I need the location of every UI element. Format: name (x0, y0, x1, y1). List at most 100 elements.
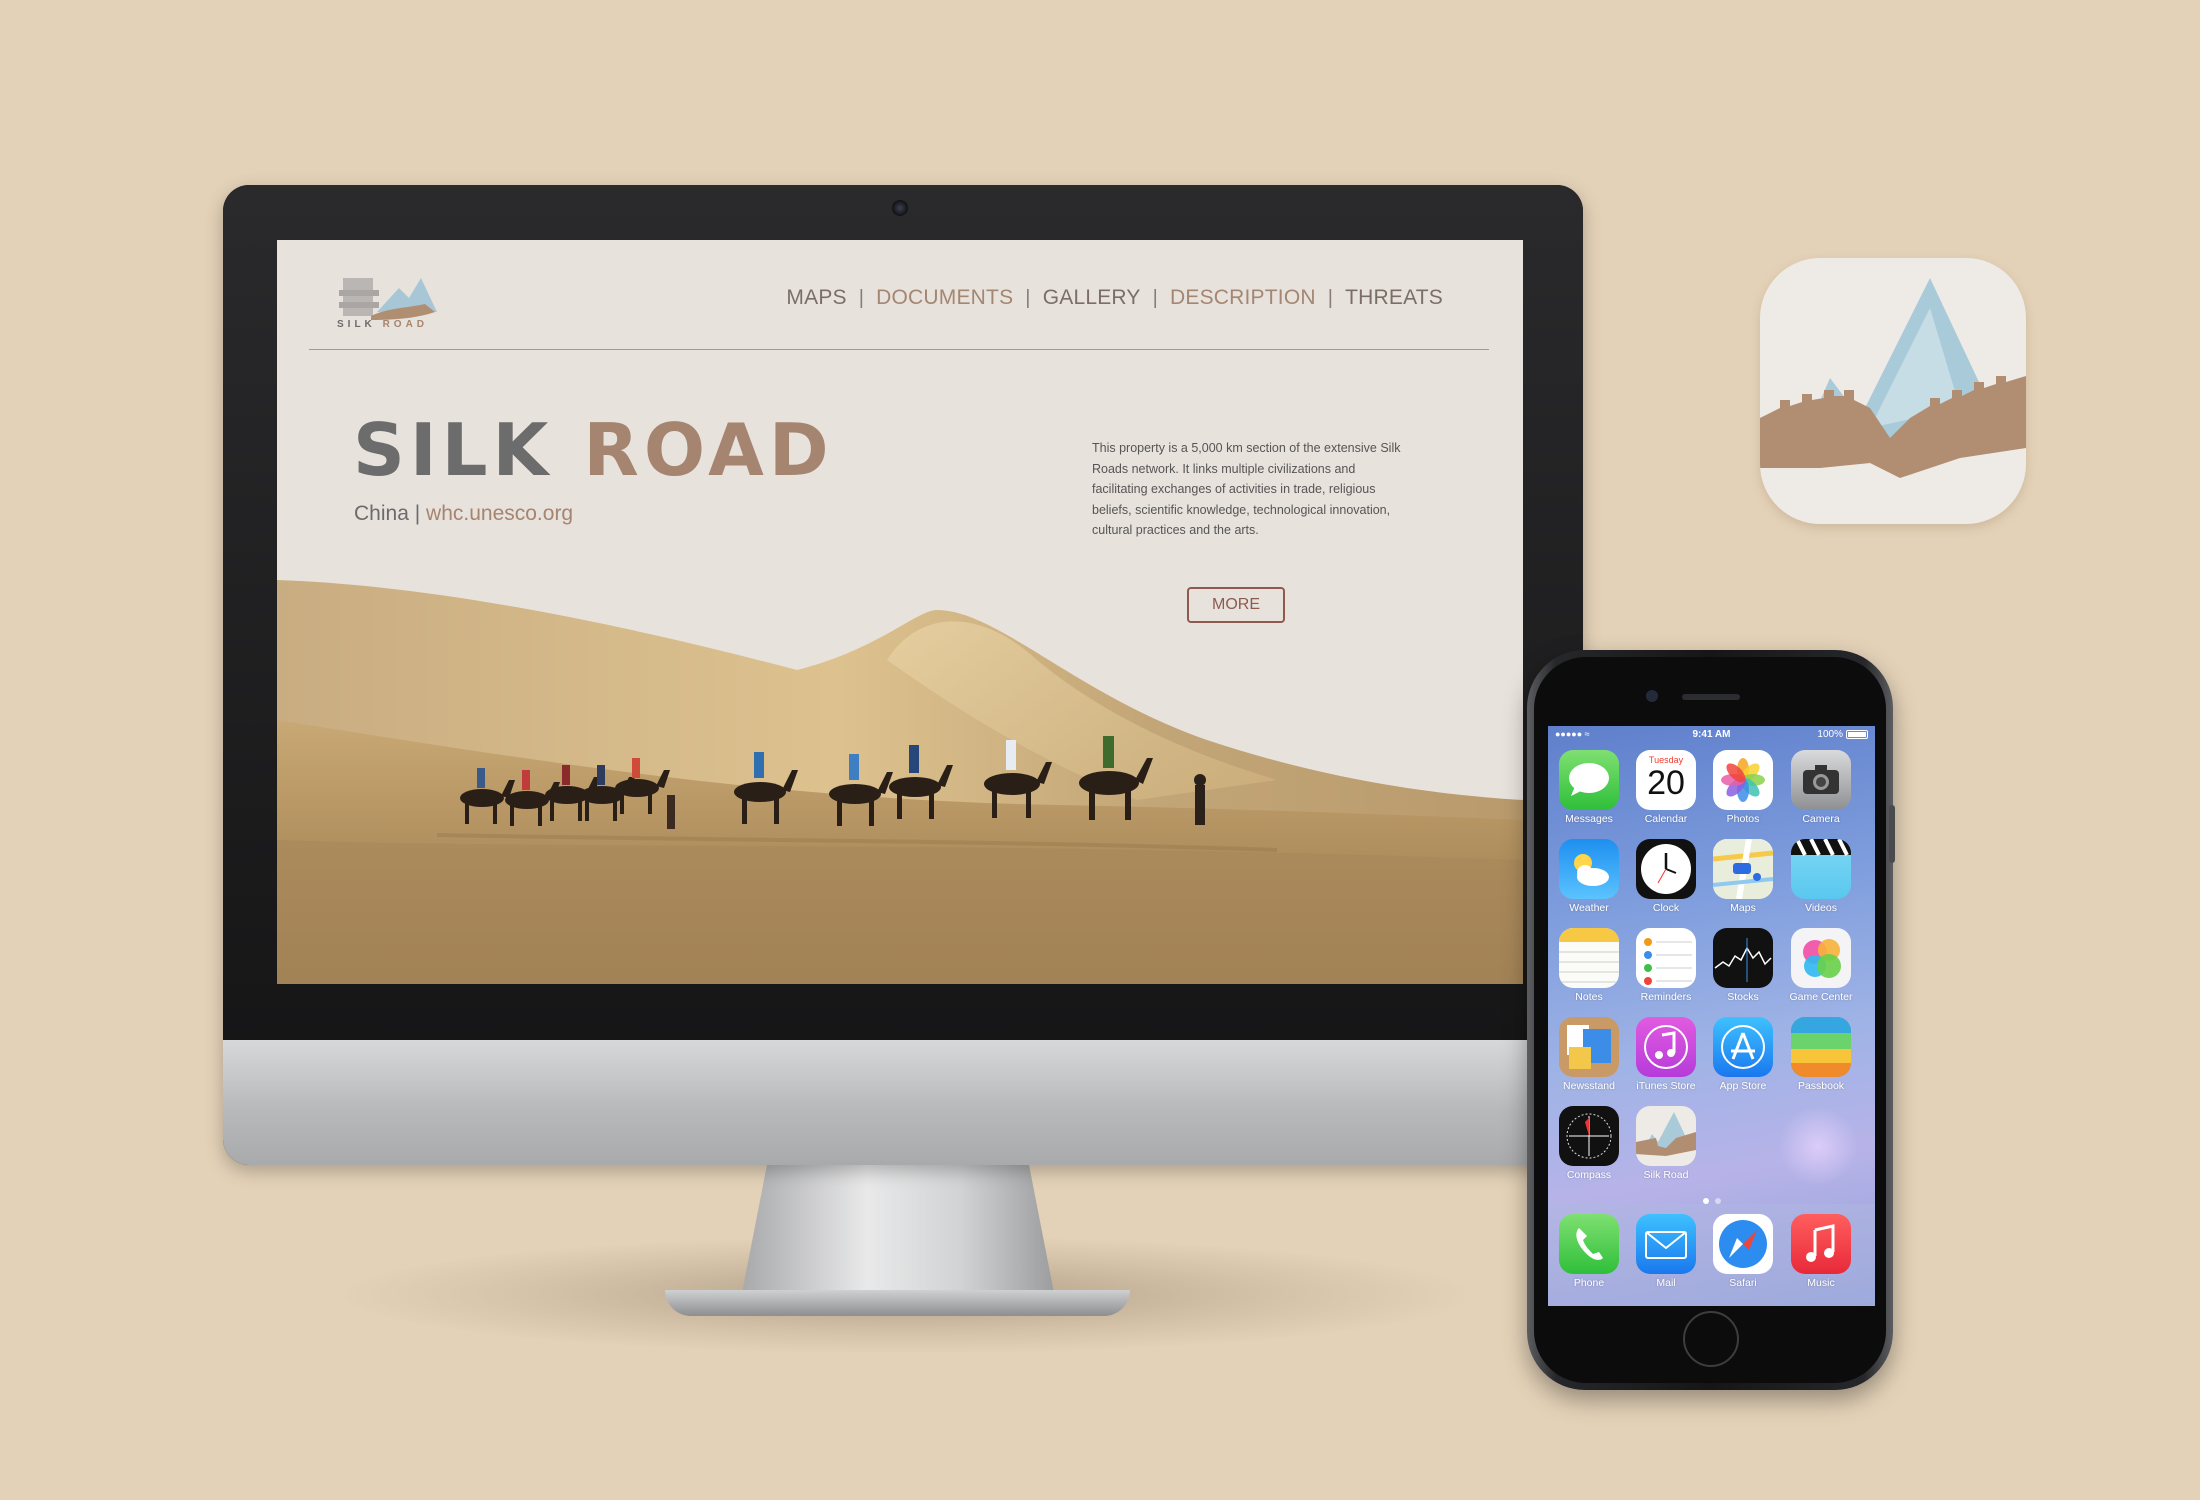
app-label: Newsstand (1563, 1080, 1615, 1092)
logo-word-road: ROAD (382, 319, 429, 330)
app-label: Silk Road (1643, 1169, 1689, 1181)
game-center-icon (1791, 928, 1851, 988)
hero-title-silk: SILK (353, 408, 554, 492)
app-label: Photos (1726, 813, 1760, 825)
notes-icon (1559, 928, 1619, 988)
messages-icon (1559, 750, 1619, 810)
camera-icon (1791, 750, 1851, 810)
app-photos[interactable]: Photos (1710, 750, 1776, 825)
app-reminders[interactable]: Reminders (1633, 928, 1699, 1003)
imac-stand-neck (742, 1165, 1054, 1293)
app-store-icon (1713, 1017, 1773, 1077)
hero-subtitle: China | whc.unesco.org (354, 502, 573, 526)
hero-link[interactable]: whc.unesco.org (426, 502, 573, 525)
app-label: Messages (1565, 813, 1613, 825)
app-label: Camera (1802, 813, 1840, 825)
app-game-center[interactable]: Game Center (1788, 928, 1854, 1003)
app-camera[interactable]: Camera (1788, 750, 1854, 825)
app-passbook[interactable]: Passbook (1788, 1017, 1854, 1092)
dock-music[interactable]: Music (1788, 1214, 1854, 1289)
app-label: Compass (1566, 1169, 1612, 1181)
app-label: Reminders (1640, 991, 1692, 1003)
reminders-icon (1636, 928, 1696, 988)
header-divider (309, 349, 1489, 350)
more-button[interactable]: MORE (1187, 587, 1285, 623)
app-label: Passbook (1797, 1080, 1845, 1092)
iphone-home-button[interactable] (1683, 1311, 1739, 1367)
app-stocks[interactable]: Stocks (1710, 928, 1776, 1003)
phone-icon (1559, 1214, 1619, 1274)
app-clock[interactable]: Clock (1633, 839, 1699, 914)
nav-maps[interactable]: MAPS (786, 286, 846, 310)
nav-documents[interactable]: DOCUMENTS (876, 286, 1013, 310)
hero-title: SILK ROAD (353, 408, 834, 492)
app-messages[interactable]: Messages (1556, 750, 1622, 825)
hero-description: This property is a 5,000 km section of t… (1092, 441, 1401, 537)
app-label: Music (1807, 1277, 1835, 1289)
app-compass[interactable]: Compass (1556, 1106, 1622, 1181)
app-silk-road[interactable]: Silk Road (1633, 1106, 1699, 1181)
app-maps[interactable]: Maps (1710, 839, 1776, 914)
app-label: iTunes Store (1636, 1080, 1696, 1092)
app-weather[interactable]: Weather (1556, 839, 1622, 914)
itunes-store-icon (1636, 1017, 1696, 1077)
app-videos[interactable]: Videos (1788, 839, 1854, 914)
calendar-date: 20 (1647, 764, 1685, 802)
maps-icon (1713, 839, 1773, 899)
app-label: Safari (1729, 1277, 1757, 1289)
iphone-speaker (1682, 694, 1740, 700)
silk-road-app-icon (1760, 258, 2026, 524)
dock-mail[interactable]: Mail (1633, 1214, 1699, 1289)
dock-safari[interactable]: Safari (1710, 1214, 1776, 1289)
nav-separator: | (1025, 286, 1031, 309)
main-nav: MAPS | DOCUMENTS | GALLERY | DESCRIPTION… (786, 286, 1443, 310)
dock: Phone Mail Safari Music (1548, 1204, 1875, 1306)
clock-icon (1636, 839, 1696, 899)
app-itunes-store[interactable]: iTunes Store (1633, 1017, 1699, 1092)
calendar-icon: Tuesday 20 (1636, 750, 1696, 810)
nav-separator: | (858, 286, 865, 309)
nav-gallery[interactable]: GALLERY (1043, 286, 1141, 310)
app-label: Mail (1656, 1277, 1676, 1289)
safari-icon (1713, 1214, 1773, 1274)
dock-phone[interactable]: Phone (1556, 1214, 1622, 1289)
app-app-store[interactable]: App Store (1710, 1017, 1776, 1092)
iphone: ●●●●● ≈ 9:41 AM 100% Messages Tuesday 20… (1527, 650, 1895, 1390)
app-notes[interactable]: Notes (1556, 928, 1622, 1003)
desert-caravan-image (277, 580, 1523, 984)
mail-icon (1636, 1214, 1696, 1274)
app-calendar[interactable]: Tuesday 20 Calendar (1633, 750, 1699, 825)
imac-camera (892, 200, 908, 216)
app-label: Clock (1652, 902, 1680, 914)
music-icon (1791, 1214, 1851, 1274)
app-label: Weather (1569, 902, 1609, 914)
hero-separator: | (414, 502, 421, 525)
app-label: Game Center (1789, 991, 1853, 1003)
imac-chin (223, 1040, 1583, 1165)
app-newsstand[interactable]: Newsstand (1556, 1017, 1622, 1092)
ios-home-screen: ●●●●● ≈ 9:41 AM 100% Messages Tuesday 20… (1548, 726, 1875, 1306)
app-label: App Store (1719, 1080, 1767, 1092)
logo-word-silk: SILK (337, 319, 376, 330)
app-label: Calendar (1644, 813, 1688, 825)
battery-percent: 100% (1817, 729, 1843, 740)
compass-icon (1559, 1106, 1619, 1166)
nav-threats[interactable]: THREATS (1345, 286, 1443, 310)
battery-icon (1846, 730, 1868, 739)
stocks-icon (1713, 928, 1773, 988)
videos-icon (1791, 839, 1851, 899)
wallpaper-glow (1778, 1106, 1858, 1186)
hero-title-road: ROAD (583, 408, 834, 492)
app-label: Stocks (1727, 991, 1759, 1003)
app-label: Videos (1805, 902, 1837, 914)
newsstand-icon (1559, 1017, 1619, 1077)
passbook-icon (1791, 1017, 1851, 1077)
nav-description[interactable]: DESCRIPTION (1170, 286, 1316, 310)
iphone-front-camera (1646, 690, 1658, 702)
iphone-side-button (1889, 805, 1895, 863)
logo-wordmark: SILK ROAD (337, 319, 428, 330)
silk-road-icon (1636, 1106, 1696, 1166)
silk-road-icon (1760, 278, 2026, 478)
weather-icon (1559, 839, 1619, 899)
status-bar: ●●●●● ≈ 9:41 AM 100% (1548, 726, 1875, 744)
